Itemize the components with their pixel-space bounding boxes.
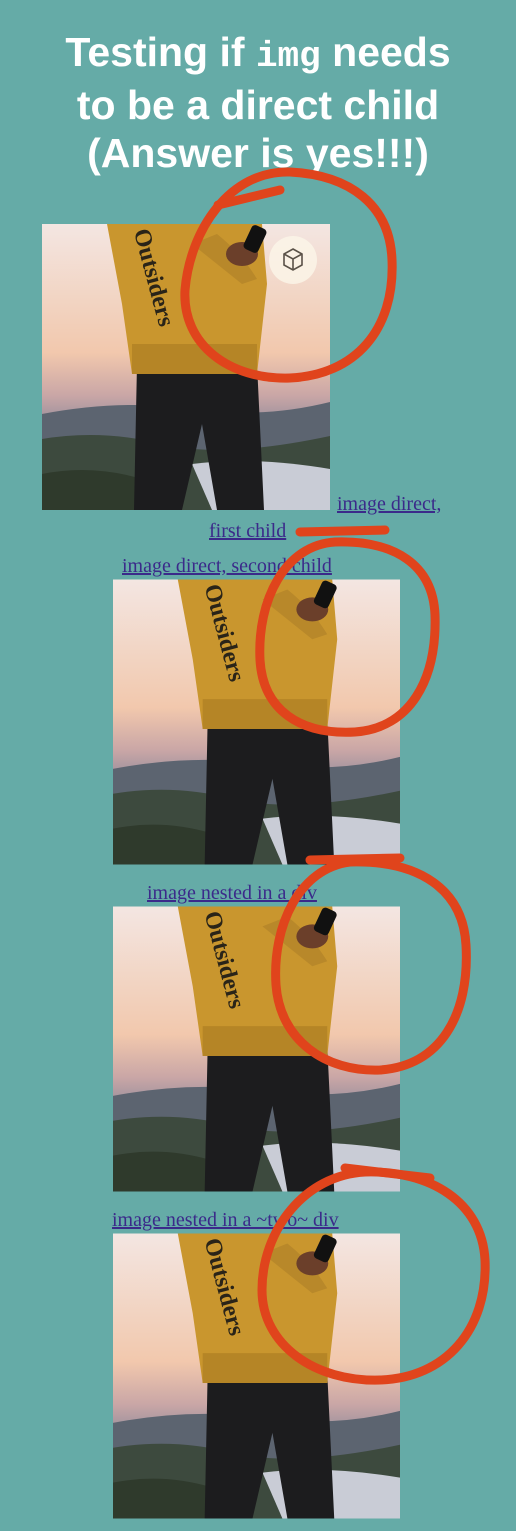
page-title: Testing if img needs to be a direct chil… xyxy=(0,28,516,177)
title-line-1: Testing if img needs xyxy=(0,28,516,81)
ar-view-button[interactable] xyxy=(269,236,317,284)
photo-nested-two-div xyxy=(113,1233,400,1519)
title-prefix: Testing if xyxy=(65,29,245,75)
title-line-2: to be a direct child xyxy=(76,82,440,128)
title-code: img xyxy=(255,36,321,77)
link-image-nested-div[interactable]: image nested in a div xyxy=(147,881,317,905)
link-image-direct-second-child[interactable]: image direct, second child xyxy=(122,554,332,578)
link-image-nested-two-div[interactable]: image nested in a ~two~ div xyxy=(112,1208,339,1232)
link-image-direct-first-child-line1[interactable]: image direct, xyxy=(337,492,441,516)
ar-view-icon xyxy=(283,248,303,271)
photo-direct-second xyxy=(113,579,400,865)
link-image-direct-first-child-line2[interactable]: first child xyxy=(209,519,286,543)
title-suffix: needs xyxy=(332,29,451,75)
title-line-3: (Answer is yes!!!) xyxy=(87,130,429,176)
photo-nested-div xyxy=(113,906,400,1192)
